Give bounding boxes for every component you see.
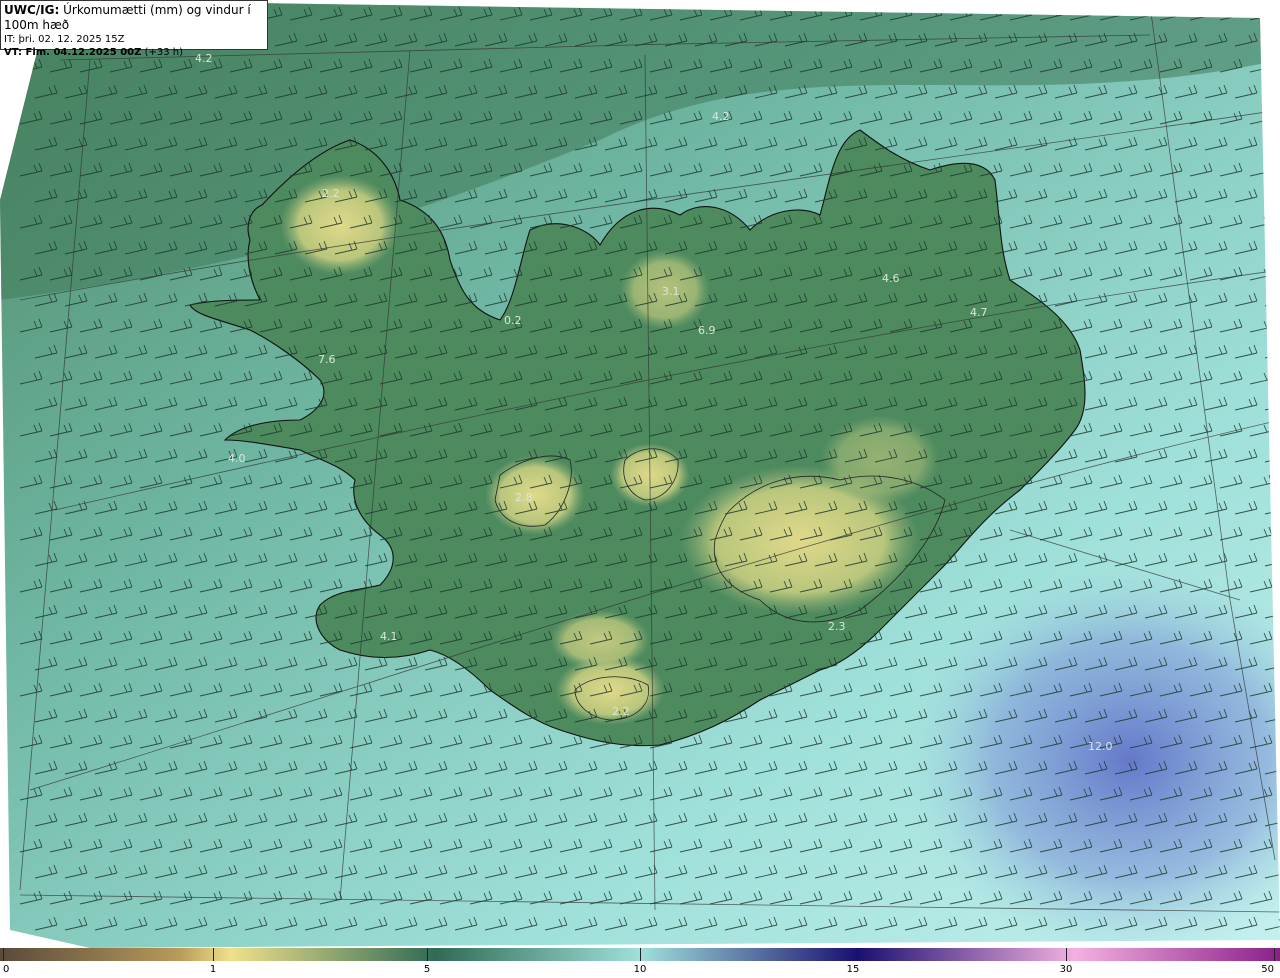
max-value-label: 4.2 — [712, 110, 730, 123]
colorbar-tick-mark — [640, 948, 641, 961]
colorbar-tick-label: 1 — [209, 964, 217, 975]
colorbar-tick-label: 10 — [633, 964, 647, 975]
colorbar: 0 1 5 10 15 30 50 — [0, 948, 1280, 978]
max-value-label: 4.1 — [380, 630, 398, 643]
highland-langjokull — [485, 455, 585, 535]
max-value-label: 7.6 — [318, 353, 336, 366]
max-value-label: 4.7 — [970, 306, 988, 319]
max-value-label: 4.0 — [228, 452, 246, 465]
highland-east — [820, 415, 940, 505]
info-box: UWC/IG: Úrkomumætti (mm) og vindur í 100… — [0, 0, 268, 58]
highland-westfjords — [280, 175, 400, 275]
colorbar-tick-mark — [427, 948, 428, 961]
map-canvas: 4.24.22.23.16.94.64.70.27.64.02.84.12.32… — [0, 0, 1280, 948]
colorbar-tick-label: 15 — [846, 964, 860, 975]
max-value-label: 0.2 — [504, 314, 522, 327]
weather-map: 4.2 4.2 2.2 3.1 6.9 4.6 4.7 0.2 7.6 4.0 2.8 4.1 2.3 2… — [0, 0, 1280, 948]
valid-time: VT: Fim. 04.12.2025 00Z (+33 h) — [4, 46, 264, 59]
max-value-label: 2.3 — [828, 620, 846, 633]
colorbar-tick-mark — [1274, 948, 1275, 961]
init-time: IT: þri. 02. 12. 2025 15Z — [4, 34, 125, 45]
colorbar-tick-label: 30 — [1059, 964, 1073, 975]
highland-south — [550, 610, 650, 670]
colorbar-tick-label: 0 — [3, 964, 10, 975]
colorbar-tick-mark — [1066, 948, 1067, 961]
colorbar-tick-label: 5 — [423, 964, 431, 975]
product-title: UWC/IG: Úrkomumætti (mm) og vindur í 100… — [4, 3, 264, 33]
valid-time-lead: (+33 h) — [144, 47, 183, 58]
max-value-label: 2.2 — [612, 705, 630, 718]
valid-time-date: VT: Fim. 04.12.2025 00Z — [4, 47, 142, 58]
max-value-label: 2.8 — [515, 491, 533, 504]
colorbar-tick-mark — [213, 948, 214, 961]
colorbar-tick-label: 50 — [1261, 964, 1274, 975]
colorbar-tick-mark — [853, 948, 854, 961]
max-value-label: 4.6 — [882, 272, 900, 285]
max-value-label: 3.1 — [662, 285, 680, 298]
colorbar-strip — [0, 948, 1280, 961]
max-value-label: 6.9 — [698, 324, 716, 337]
max-value-label: 2.2 — [322, 187, 340, 200]
colorbar-tick-mark — [3, 948, 4, 961]
product-code: UWC/IG: — [4, 3, 60, 17]
max-value-label: 12.0 — [1088, 740, 1113, 753]
